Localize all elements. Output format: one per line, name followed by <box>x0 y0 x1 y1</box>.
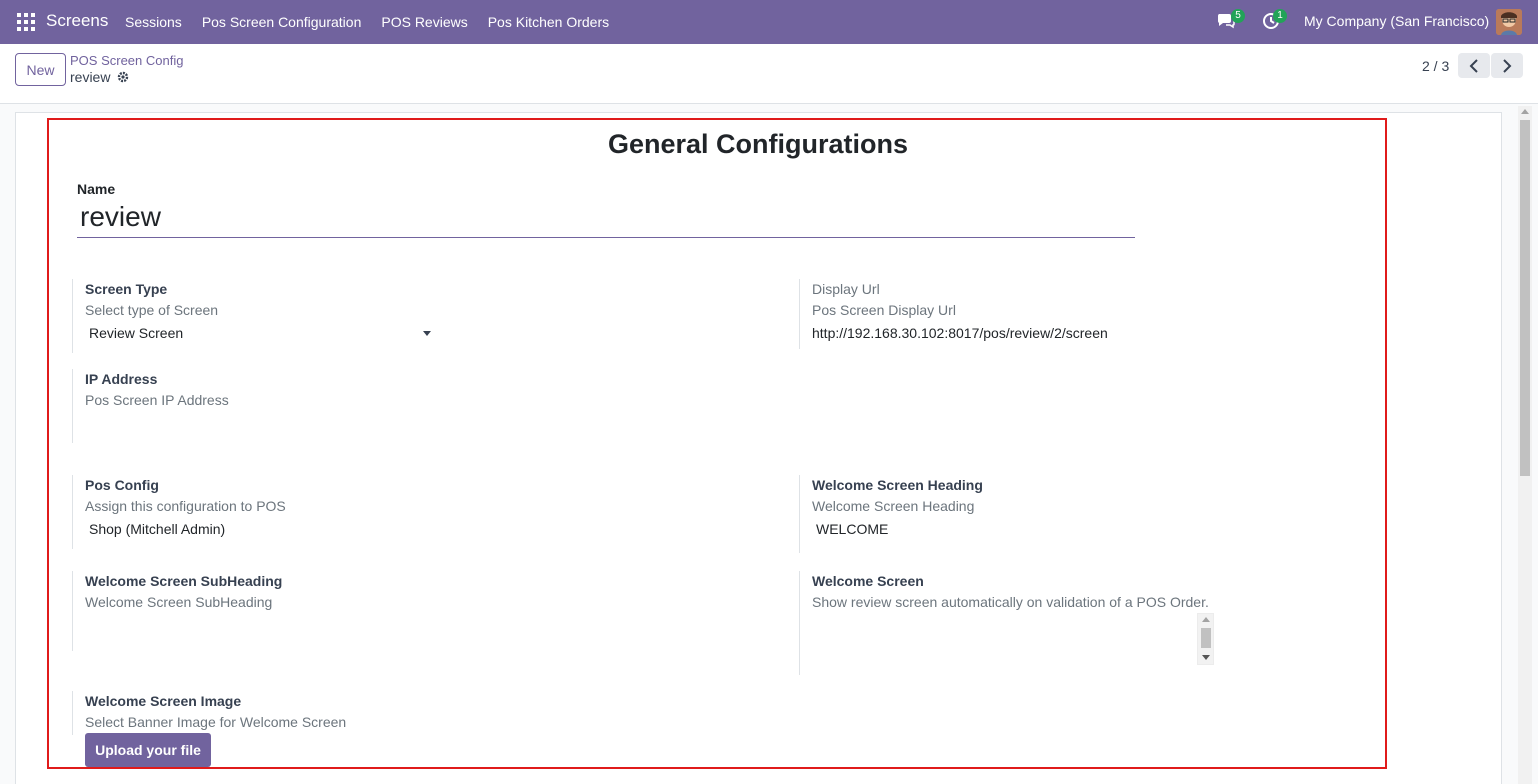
new-button[interactable]: New <box>15 53 66 86</box>
scrollbar-thumb[interactable] <box>1520 120 1530 476</box>
page-scrollbar[interactable] <box>1518 106 1532 784</box>
pager-next-button[interactable] <box>1491 53 1523 78</box>
pager-previous-button[interactable] <box>1458 53 1490 78</box>
record-title: review <box>70 69 129 85</box>
company-switcher[interactable]: My Company (San Francisco) <box>1304 13 1489 29</box>
apps-menu-icon[interactable] <box>17 13 35 31</box>
chevron-right-icon <box>1503 58 1512 73</box>
menu-item-sessions[interactable]: Sessions <box>115 0 192 44</box>
messages-badge: 5 <box>1231 9 1245 23</box>
control-panel: New POS Screen Config review 2 / 3 <box>0 44 1538 104</box>
breadcrumb-link[interactable]: POS Screen Config <box>70 53 183 68</box>
gear-icon[interactable] <box>117 71 129 83</box>
user-avatar[interactable] <box>1496 9 1522 35</box>
chevron-left-icon <box>1469 58 1478 73</box>
highlight-box <box>47 118 1387 769</box>
menu-item-pos-screen-configuration[interactable]: Pos Screen Configuration <box>192 0 372 44</box>
menu-item-pos-reviews[interactable]: POS Reviews <box>371 0 477 44</box>
app-brand[interactable]: Screens <box>46 11 108 31</box>
pager-value: 2 / 3 <box>1422 58 1450 74</box>
menu-item-pos-kitchen-orders[interactable]: Pos Kitchen Orders <box>478 0 619 44</box>
main-menu: Sessions Pos Screen Configuration POS Re… <box>115 0 619 44</box>
scroll-up-icon[interactable] <box>1521 109 1529 114</box>
top-navbar: Screens Sessions Pos Screen Configuratio… <box>0 0 1538 44</box>
activities-badge: 1 <box>1273 9 1287 23</box>
record-name: review <box>70 69 111 85</box>
